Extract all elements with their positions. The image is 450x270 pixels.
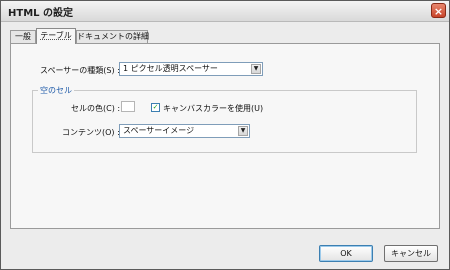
empty-cell-group: 空のセル — [32, 85, 417, 153]
use-canvas-color-checkbox[interactable]: ✓ — [151, 103, 160, 112]
close-icon: × — [433, 5, 444, 18]
tab-general-label: 一般 — [15, 32, 31, 41]
content-label: コンテンツ(O) : — [62, 128, 120, 137]
table-settings-panel: スペーサーの種類(S) : 1 ピクセル透明スペーサー ▼ 空のセル セルの色(… — [10, 43, 440, 229]
tab-table-label: テーブル — [40, 31, 72, 40]
chevron-down-icon: ▼ — [251, 64, 261, 74]
close-button[interactable]: × — [431, 3, 446, 18]
cell-color-label: セルの色(C) : — [71, 104, 121, 113]
dialog-title: HTML の設定 — [8, 8, 73, 19]
tab-general[interactable]: 一般 — [10, 30, 36, 43]
chevron-down-icon: ▼ — [238, 126, 248, 136]
content-value: スペーサーイメージ — [123, 126, 195, 135]
spacer-type-label: スペーサーの種類(S) : — [40, 66, 120, 75]
title-bar: HTML の設定 × — [1, 1, 449, 22]
empty-cell-group-title: 空のセル — [38, 85, 74, 96]
cell-color-swatch[interactable] — [121, 101, 135, 112]
spacer-type-value: 1 ピクセル透明スペーサー — [123, 64, 218, 73]
tab-document-details-label: ドキュメントの詳細 — [77, 32, 149, 41]
spacer-type-select[interactable]: 1 ピクセル透明スペーサー ▼ — [119, 62, 263, 76]
tab-table[interactable]: テーブル — [36, 28, 76, 44]
checkmark-icon: ✓ — [152, 103, 159, 111]
ok-button[interactable]: OK — [319, 245, 373, 262]
use-canvas-color-label: キャンバスカラーを使用(U) — [163, 104, 264, 113]
cancel-button[interactable]: キャンセル — [384, 245, 438, 262]
tab-document-details[interactable]: ドキュメントの詳細 — [76, 30, 149, 43]
content-select[interactable]: スペーサーイメージ ▼ — [119, 124, 250, 138]
settings-dialog: HTML の設定 × 一般 テーブル ドキュメントの詳細 スペーサーの種類(S)… — [0, 0, 450, 270]
